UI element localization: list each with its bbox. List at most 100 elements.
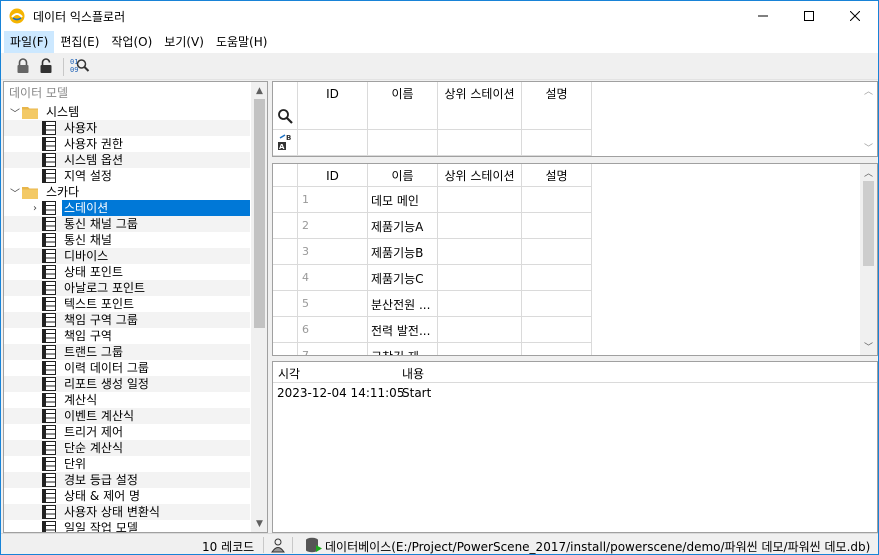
tree-item-label: 디바이스 xyxy=(64,249,109,263)
lock-open-icon xyxy=(40,58,52,73)
lock-button[interactable] xyxy=(13,56,33,76)
table-icon xyxy=(42,345,56,359)
tree-item[interactable]: 사용자 상태 변환식 xyxy=(4,504,250,520)
tree-group[interactable]: ﹀ 시스템 xyxy=(4,104,250,120)
tree-item[interactable]: 디바이스 xyxy=(4,248,250,264)
minimize-button[interactable] xyxy=(740,1,786,31)
tree-item[interactable]: 단순 계산식 xyxy=(4,440,250,456)
menu-view[interactable]: 보기(V) xyxy=(158,31,210,53)
tree-item[interactable]: 지역 설정 xyxy=(4,168,250,184)
folder-icon xyxy=(22,187,38,199)
unlock-button[interactable] xyxy=(36,56,56,76)
menu-edit[interactable]: 편집(E) xyxy=(54,31,105,53)
tree-item-label: 일일 작업 모델 xyxy=(64,521,138,533)
tree-item[interactable]: 이력 데이터 그룹 xyxy=(4,360,250,376)
tree-scroll-thumb[interactable] xyxy=(254,99,265,328)
table-icon xyxy=(42,489,56,503)
tree-item[interactable]: 계산식 xyxy=(4,392,250,408)
scroll-down-icon[interactable]: ﹀ xyxy=(860,139,877,156)
close-button[interactable] xyxy=(832,1,878,31)
scroll-up-icon[interactable]: ▲ xyxy=(251,82,267,99)
tree-item[interactable]: 책임 구역 xyxy=(4,328,250,344)
log-col-time[interactable]: 시각 xyxy=(278,365,300,382)
tree-group-label: 스카다 xyxy=(46,185,80,199)
tree-item[interactable]: 트랜드 그룹 xyxy=(4,344,250,360)
scroll-up-icon[interactable]: ︿ xyxy=(860,164,877,181)
grid-col-name[interactable]: 이름 xyxy=(368,166,437,186)
scroll-up-icon[interactable]: ︿ xyxy=(860,82,877,99)
tree-item[interactable]: 단위 xyxy=(4,456,250,472)
table-icon xyxy=(42,297,56,311)
table-row[interactable]: 2 제품기능A xyxy=(298,213,591,238)
chevron-right-icon[interactable]: › xyxy=(28,203,42,214)
tree-group-label: 시스템 xyxy=(46,105,80,119)
filter-scrollbar[interactable]: ︿ ﹀ xyxy=(860,82,877,156)
menu-help[interactable]: 도움말(H) xyxy=(210,31,274,53)
filter-col-desc: 설명 xyxy=(545,87,568,101)
tree-item-label: 상태 & 제어 명 xyxy=(64,489,141,503)
data-grid: ID 이름 상위 스테이션 설명 1 데모 메인 2 제품기능A 3 제품기능B 4 제품기능… xyxy=(272,163,878,356)
table-row[interactable]: 1 데모 메인 xyxy=(298,187,591,212)
tree-item-label: 경보 등급 설정 xyxy=(64,473,138,487)
app-window: 데이터 익스플로러 파일(F) 편집(E) 작업(O) 보기(V) 도움말(H) xyxy=(0,0,879,555)
scroll-down-icon[interactable]: ﹀ xyxy=(860,338,877,355)
table-row[interactable]: 4 제품기능C xyxy=(298,265,591,290)
grid-col-desc[interactable]: 설명 xyxy=(522,166,591,186)
log-col-content[interactable]: 내용 xyxy=(402,365,424,382)
table-row[interactable]: 7 근창긴 제 xyxy=(298,343,591,356)
row-number: 7 xyxy=(302,349,309,356)
row-name: 분산전원 ... xyxy=(371,298,431,312)
table-icon xyxy=(42,425,56,439)
tree-item-label: 책임 구역 그룹 xyxy=(64,313,138,327)
chevron-down-icon[interactable]: ﹀ xyxy=(8,105,22,120)
filter-col-id: ID xyxy=(326,87,339,101)
tree-item-label: 아날로그 포인트 xyxy=(64,281,146,295)
filter-input-row[interactable] xyxy=(298,106,591,128)
menu-bar: 파일(F) 편집(E) 작업(O) 보기(V) 도움말(H) xyxy=(1,31,878,53)
toolbar-separator xyxy=(63,58,64,76)
row-name: 근창긴 제 xyxy=(371,348,437,355)
maximize-button[interactable] xyxy=(786,1,832,31)
tree-item[interactable]: 경보 등급 설정 xyxy=(4,472,250,488)
tree-item-label: 이력 데이터 그룹 xyxy=(64,361,149,375)
tree-scrollbar[interactable]: ▲ ▼ xyxy=(251,82,267,532)
table-icon xyxy=(42,153,56,167)
table-row[interactable]: 3 제품기능B xyxy=(298,239,591,264)
search-icon[interactable] xyxy=(277,108,293,124)
status-bar: 10 레코드 데이터베이스(E:/Project/PowerScene_2017… xyxy=(1,533,878,554)
tree-item[interactable]: 상태 포인트 xyxy=(4,264,250,280)
grid-col-parent[interactable]: 상위 스테이션 xyxy=(438,166,521,186)
tree-item[interactable]: 텍스트 포인트 xyxy=(4,296,250,312)
tree-item[interactable]: 통신 채널 그룹 xyxy=(4,216,250,232)
grid-scrollbar[interactable]: ︿ ﹀ xyxy=(860,164,877,355)
tree-item[interactable]: 책임 구역 그룹 xyxy=(4,312,250,328)
tree-item[interactable]: 상태 & 제어 명 xyxy=(4,488,250,504)
tree-item[interactable]: 트리거 제어 xyxy=(4,424,250,440)
table-row[interactable]: 5 분산전원 ... xyxy=(298,291,591,316)
row-name: 데모 메인 xyxy=(371,194,419,208)
table-row[interactable]: 6 전력 발전... xyxy=(298,317,591,342)
tree-item[interactable]: 아날로그 포인트 xyxy=(4,280,250,296)
record-count: 10 레코드 xyxy=(202,540,255,554)
tree-item[interactable]: 리포트 생성 일정 xyxy=(4,376,250,392)
maximize-icon xyxy=(804,11,814,21)
tree-item-label: 텍스트 포인트 xyxy=(64,297,135,311)
grid-scroll-thumb[interactable] xyxy=(863,181,874,266)
title-bar: 데이터 익스플로러 xyxy=(1,1,878,31)
grid-col-id[interactable]: ID xyxy=(298,166,367,186)
tree-item[interactable]: › 스테이션 xyxy=(4,200,250,216)
tree-item[interactable]: 사용자 권한 xyxy=(4,136,250,152)
tree-item[interactable]: 일일 작업 모델 xyxy=(4,520,250,533)
tree-item[interactable]: 이벤트 계산식 xyxy=(4,408,250,424)
tree-item[interactable]: 사용자 xyxy=(4,120,250,136)
chevron-down-icon[interactable]: ﹀ xyxy=(8,185,22,200)
tree-group[interactable]: ﹀ 스카다 xyxy=(4,184,250,200)
tree-item-label: 통신 채널 xyxy=(64,233,112,247)
menu-file[interactable]: 파일(F) xyxy=(4,31,55,53)
tree-item[interactable]: 통신 채널 xyxy=(4,232,250,248)
tree-item[interactable]: 시스템 옵션 xyxy=(4,152,250,168)
menu-action[interactable]: 작업(O) xyxy=(105,31,158,53)
scroll-down-icon[interactable]: ▼ xyxy=(251,515,267,532)
sort-az-icon[interactable]: B A xyxy=(277,133,295,151)
binary-search-button[interactable]: 01 09 xyxy=(70,56,90,76)
